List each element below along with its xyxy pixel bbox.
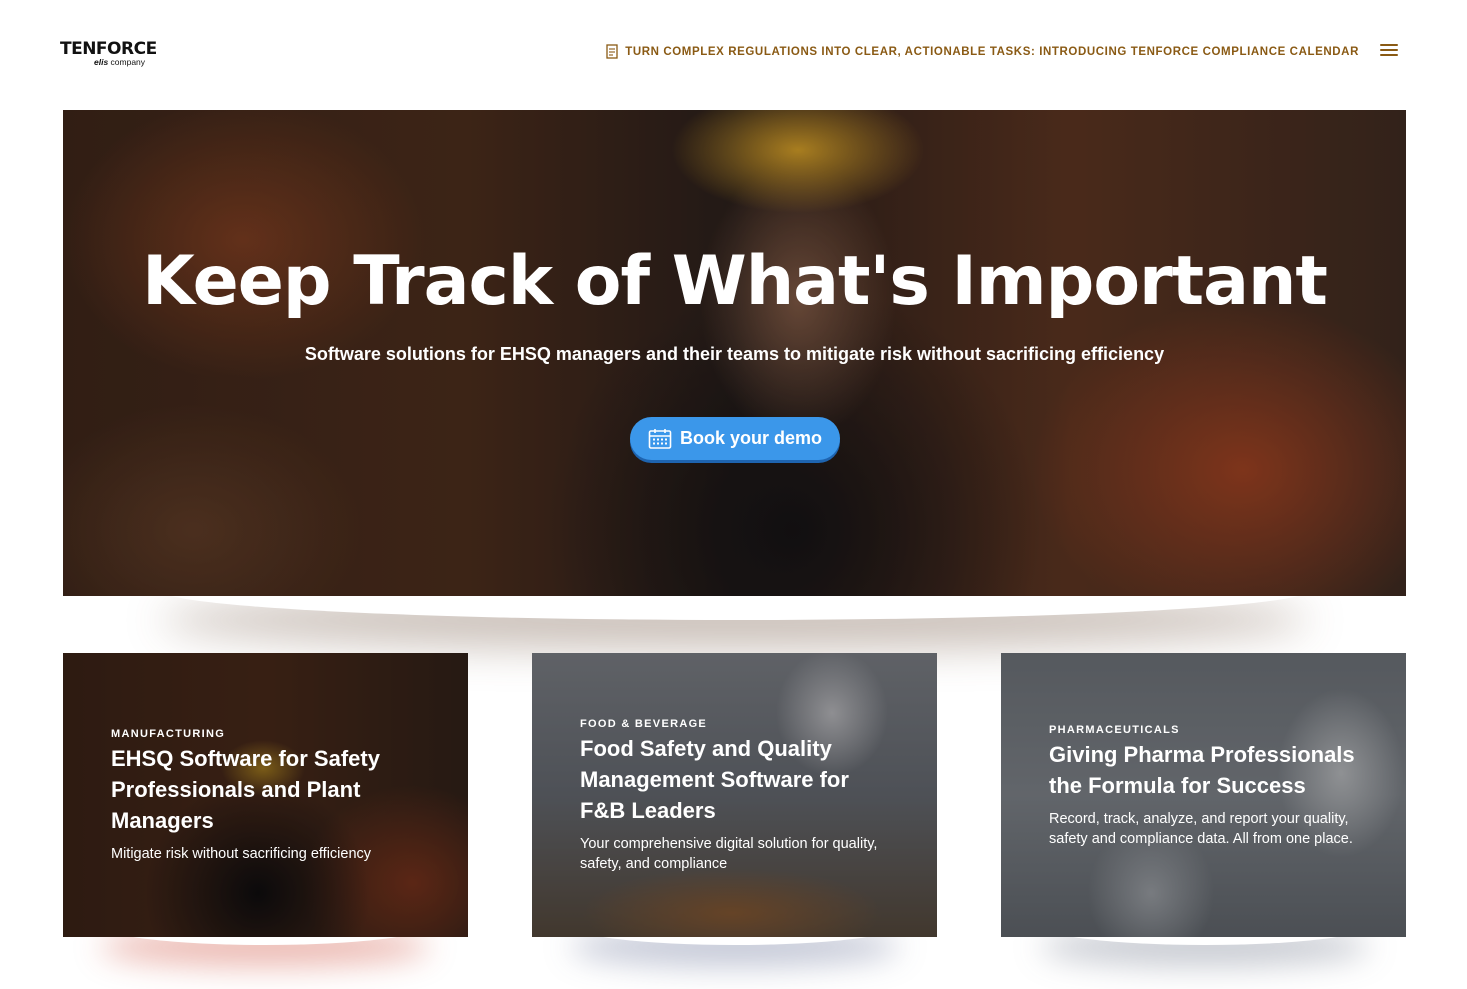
book-demo-button[interactable]: Book your demo bbox=[630, 417, 840, 460]
industry-card-pharmaceuticals[interactable]: PHARMACEUTICALS Giving Pharma Profession… bbox=[1001, 653, 1406, 937]
book-demo-label: Book your demo bbox=[679, 428, 822, 448]
hero-banner: Keep Track of What's Important Software … bbox=[63, 110, 1406, 596]
site-header: TENFORCE elis company TURN COMPLEX REGUL… bbox=[0, 0, 1467, 100]
tenforce-logo[interactable]: TENFORCE elis company bbox=[60, 40, 160, 70]
card-description: Mitigate risk without sacrificing effici… bbox=[111, 846, 372, 862]
hamburger-menu-icon[interactable] bbox=[1380, 44, 1398, 58]
industry-card-food-beverage[interactable]: FOOD & BEVERAGE Food Safety and Quality … bbox=[532, 653, 937, 937]
calendar-icon bbox=[648, 428, 672, 449]
card-title: EHSQ Software for Safety Professionals a… bbox=[111, 746, 380, 833]
card-description: Record, track, analyze, and report your … bbox=[1049, 811, 1353, 847]
card-title: Food Safety and Quality Management Softw… bbox=[580, 736, 849, 823]
logo-tagline: elis company bbox=[94, 57, 146, 67]
card-category: MANUFACTURING bbox=[111, 728, 226, 740]
logo-wordmark: TENFORCE bbox=[60, 39, 157, 59]
card-category: PHARMACEUTICALS bbox=[1049, 724, 1180, 736]
card-title: Giving Pharma Professionals the Formula … bbox=[1049, 742, 1355, 798]
hero-title: Keep Track of What's Important bbox=[142, 242, 1328, 321]
card-category: FOOD & BEVERAGE bbox=[580, 718, 708, 730]
card-description: Your comprehensive digital solution for … bbox=[580, 836, 878, 872]
announcement-text: TURN COMPLEX REGULATIONS INTO CLEAR, ACT… bbox=[625, 45, 1359, 58]
document-icon bbox=[606, 44, 618, 59]
announcement-link[interactable]: TURN COMPLEX REGULATIONS INTO CLEAR, ACT… bbox=[606, 44, 1359, 59]
industry-card-manufacturing[interactable]: MANUFACTURING EHSQ Software for Safety P… bbox=[63, 653, 468, 937]
hero-subtitle: Software solutions for EHSQ managers and… bbox=[304, 344, 1165, 364]
